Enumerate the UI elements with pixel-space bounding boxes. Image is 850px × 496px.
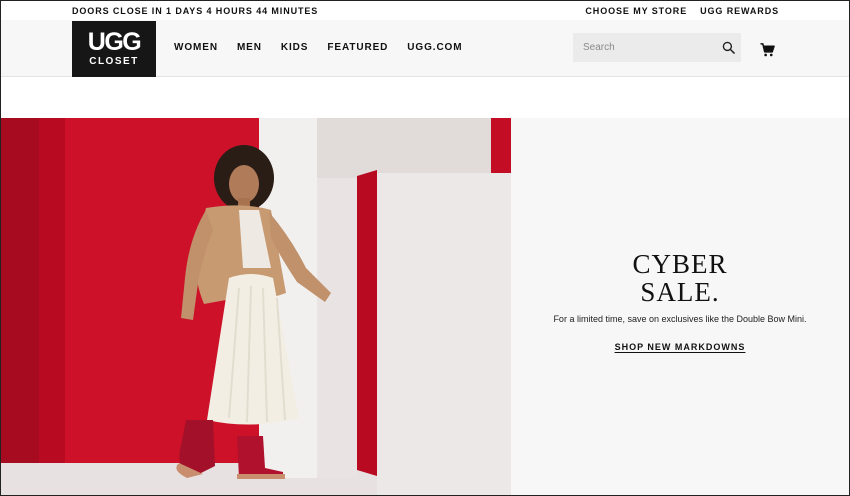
search-icon[interactable]: [722, 41, 735, 54]
ugg-rewards-link[interactable]: UGG REWARDS: [700, 6, 779, 16]
hero-photo-illustration: [1, 118, 511, 495]
promo-bar: DOORS CLOSE IN 1 DAYS 4 HOURS 44 MINUTES…: [1, 1, 849, 20]
main-nav: WOMEN MEN KIDS FEATURED UGG.COM: [174, 42, 462, 53]
page: DOORS CLOSE IN 1 DAYS 4 HOURS 44 MINUTES…: [0, 0, 850, 496]
nav-item-ugg-com[interactable]: UGG.COM: [407, 42, 462, 53]
utility-links: CHOOSE MY STORE UGG REWARDS: [585, 6, 779, 16]
nav-item-kids[interactable]: KIDS: [281, 42, 309, 53]
logo-wordmark: UGG: [87, 28, 142, 56]
logo-subtitle: CLOSET: [89, 56, 139, 67]
hero-image[interactable]: [1, 118, 511, 495]
nav-item-women[interactable]: WOMEN: [174, 42, 218, 53]
search-input[interactable]: [573, 33, 713, 62]
hero-cta-wrapper: SHOP NEW MARKDOWNS: [511, 337, 849, 355]
nav-item-featured[interactable]: FEATURED: [327, 42, 388, 53]
site-header: UGG CLOSET WOMEN MEN KIDS FEATURED UGG.C…: [1, 20, 849, 77]
countdown-text: DOORS CLOSE IN 1 DAYS 4 HOURS 44 MINUTES: [72, 6, 319, 16]
shop-new-markdowns-link[interactable]: SHOP NEW MARKDOWNS: [615, 342, 746, 352]
hero-subtext: For a limited time, save on exclusives l…: [553, 314, 807, 324]
nav-item-men[interactable]: MEN: [237, 42, 262, 53]
ugg-closet-logo[interactable]: UGG CLOSET: [72, 21, 156, 77]
shopping-cart-icon[interactable]: [760, 43, 775, 57]
hero-headline: CYBER SALE.: [511, 250, 849, 306]
choose-my-store-link[interactable]: CHOOSE MY STORE: [585, 6, 687, 16]
headline-line-2: SALE.: [640, 277, 720, 307]
hero-banner: CYBER SALE. For a limited time, save on …: [1, 118, 849, 495]
hero-copy-panel: CYBER SALE. For a limited time, save on …: [511, 118, 849, 495]
headline-line-1: CYBER: [632, 249, 728, 279]
search-box: [573, 33, 741, 62]
